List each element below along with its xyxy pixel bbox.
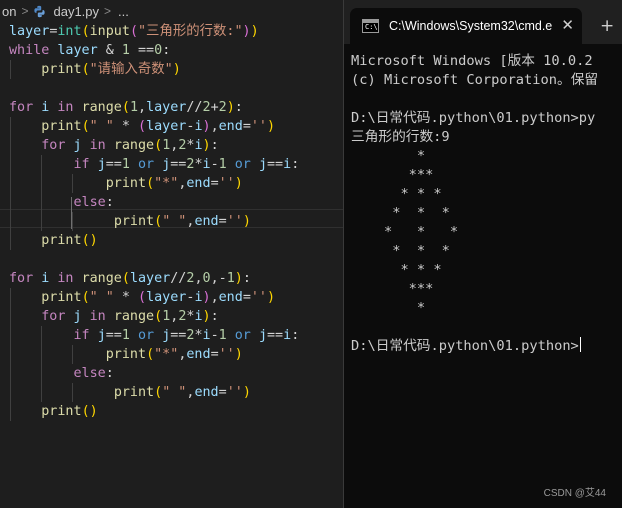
code-line[interactable]: if j==1 or j==2*i-1 or j==i: [0, 326, 345, 345]
cmd-icon: C:\ [362, 19, 379, 33]
code-line[interactable]: print(" " * (layer-i),end='') [0, 288, 345, 307]
console-line: * * * [351, 205, 450, 221]
close-icon[interactable]: ✕ [561, 16, 574, 34]
code-area[interactable]: layer=int(input("三角形的行数:")) while layer &… [0, 22, 345, 421]
code-line[interactable]: for i in range(1,layer//2+2): [0, 98, 345, 117]
code-line[interactable]: else: [0, 193, 345, 212]
code-line[interactable]: for i in range(layer//2,0,-1): [0, 269, 345, 288]
console-line: * * * [351, 186, 442, 202]
console-line: *** [351, 281, 434, 297]
code-line[interactable]: print(" ",end='') [0, 212, 345, 231]
new-tab-button[interactable]: + [600, 16, 614, 36]
code-line[interactable]: print("请输入奇数") [0, 60, 345, 79]
breadcrumb-folder[interactable]: on [2, 4, 16, 19]
watermark: CSDN @艾44 [543, 488, 606, 499]
code-line[interactable] [0, 250, 345, 269]
terminal-tab[interactable]: C:\ C:\Windows\System32\cmd.e ✕ [350, 8, 582, 44]
python-icon [34, 5, 46, 17]
code-line[interactable]: print() [0, 231, 345, 250]
code-editor[interactable]: on > day1.py > ... layer=int(input("三角形的… [0, 0, 345, 508]
code-line[interactable]: print(" ",end='') [0, 383, 345, 402]
cmd-window[interactable]: C:\ C:\Windows\System32\cmd.e ✕ + Micros… [343, 0, 622, 508]
code-line[interactable]: print("*",end='') [0, 345, 345, 364]
code-line[interactable]: for j in range(1,2*i): [0, 307, 345, 326]
console-line: (c) Microsoft Corporation。保留 [351, 72, 599, 88]
code-line[interactable]: while layer & 1 ==0: [0, 41, 345, 60]
breadcrumb-file[interactable]: day1.py [53, 4, 99, 19]
breadcrumb-more[interactable]: ... [118, 4, 129, 19]
console-line: D:\日常代码.python\01.python> [351, 337, 581, 354]
chevron-right-icon: > [104, 4, 112, 18]
console-line: * * * [351, 262, 442, 278]
console-line: * [351, 148, 426, 164]
console-line: D:\日常代码.python\01.python>py [351, 110, 596, 126]
console-line: Microsoft Windows [版本 10.0.2 [351, 53, 593, 69]
code-line[interactable]: layer=int(input("三角形的行数:")) [0, 22, 345, 41]
terminal-tab-title: C:\Windows\System32\cmd.e [389, 19, 553, 33]
code-line[interactable]: print() [0, 402, 345, 421]
breadcrumb: on > day1.py > ... [0, 0, 345, 22]
code-line[interactable] [0, 79, 345, 98]
code-line[interactable]: if j==1 or j==2*i-1 or j==i: [0, 155, 345, 174]
console-line: *** [351, 167, 434, 183]
code-line[interactable]: print("*",end='') [0, 174, 345, 193]
console-line: * * * [351, 243, 450, 259]
console-line: 三角形的行数:9 [351, 129, 450, 145]
console-line: * [351, 300, 426, 316]
code-line[interactable]: print(" " * (layer-i),end='') [0, 117, 345, 136]
console-output[interactable]: Microsoft Windows [版本 10.0.2 (c) Microsof… [351, 52, 622, 356]
console-line: * * * [351, 224, 459, 240]
text-cursor [579, 337, 581, 352]
code-line[interactable]: else: [0, 364, 345, 383]
terminal-tab-bar: C:\ C:\Windows\System32\cmd.e ✕ + [344, 0, 622, 44]
code-line[interactable]: for j in range(1,2*i): [0, 136, 345, 155]
chevron-right-icon: > [21, 4, 29, 18]
